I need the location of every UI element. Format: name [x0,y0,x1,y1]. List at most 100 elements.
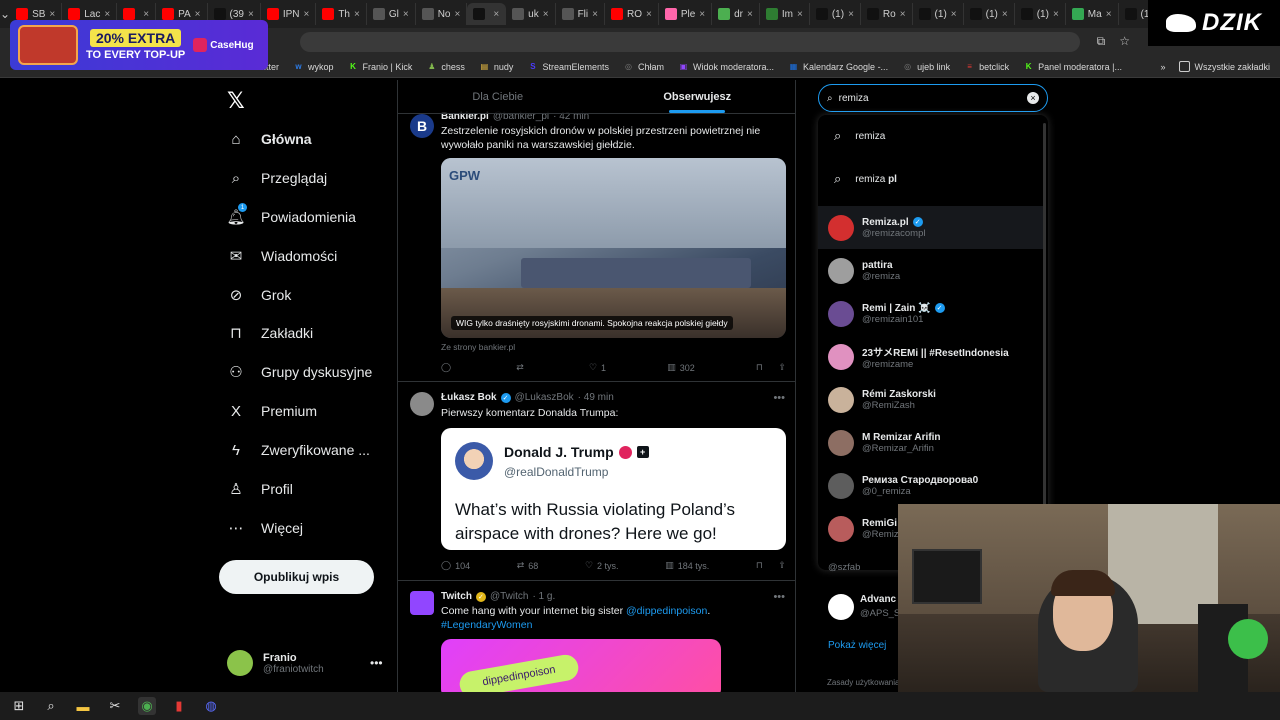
views-button[interactable]: ▥ 184 tys. [665,560,709,571]
close-tab-icon[interactable]: × [403,9,409,20]
windows-start-icon[interactable]: ⊞ [10,697,28,715]
nav-item-mail[interactable]: ✉ Wiadomości [227,247,338,265]
hashtag-link[interactable]: #LegendaryWomen [441,619,532,631]
tweet-image[interactable]: dippedinpoison [441,639,721,692]
avatar[interactable] [410,591,434,615]
post-time[interactable]: · 49 min [578,392,614,403]
close-tab-icon[interactable]: × [1106,9,1112,20]
close-tab-icon[interactable]: × [900,9,906,20]
browser-tab[interactable]: (1)× [1015,3,1066,25]
all-bookmarks-folder[interactable]: Wszystkie zakładki [1179,61,1270,72]
tweet-image[interactable]: GPW WIG tylko draśnięty rosyjskimi drona… [441,158,786,338]
file-explorer-icon[interactable]: ▬ [74,697,92,715]
tweet[interactable]: B Bankier.pl @bankier_pl · 42 min Zestrz… [398,102,795,382]
browser-tab[interactable]: (1)× [810,3,861,25]
user-suggestion[interactable]: Rémi Zaskorski @RemiZash [818,378,1043,421]
user-suggestion[interactable]: pattira @remiza [818,249,1043,292]
browser-tab[interactable]: × [467,3,507,25]
bookmark-item[interactable]: ▦ Kalendarz Google -... [788,61,888,72]
link-source[interactable]: Ze strony bankier.pl [441,342,515,352]
nav-item-search[interactable]: ⌕ Przeglądaj [227,169,327,187]
close-tab-icon[interactable]: × [592,9,598,20]
clear-search-icon[interactable]: × [1027,92,1039,104]
x-logo-icon[interactable]: 𝕏 [227,88,245,114]
close-tab-icon[interactable]: × [797,9,803,20]
close-tab-icon[interactable]: × [1002,9,1008,20]
more-dots-icon[interactable]: ••• [773,591,785,603]
close-tab-icon[interactable]: × [104,9,110,20]
close-tab-icon[interactable]: × [848,9,854,20]
close-tab-icon[interactable]: × [143,9,149,20]
close-tab-icon[interactable]: × [699,9,705,20]
bookmark-star-icon[interactable]: ☆ [1119,34,1130,49]
close-tab-icon[interactable]: × [195,9,201,20]
share-icon[interactable]: ⇪ [778,362,786,373]
post-time[interactable]: · 1 g. [532,591,555,602]
bookmark-item[interactable]: ≡ betclick [964,61,1009,72]
browser-tab[interactable]: Im × [760,3,810,25]
browser-tab[interactable]: Gl × [367,3,416,25]
bookmark-icon[interactable]: ⊓ [756,362,763,373]
bookmark-item[interactable]: K Panel moderatora |... [1023,61,1122,72]
views-button[interactable]: ▥ 302 [667,362,695,373]
browser-tab[interactable]: uk × [506,3,556,25]
nav-item-people[interactable]: ⚇ Grupy dyskusyjne [227,363,372,381]
tab-for-you[interactable]: Dla Ciebie [398,80,598,113]
tweet[interactable]: Łukasz Bok ✓ @LukaszBok · 49 min ••• Pie… [398,382,795,581]
bookmark-item[interactable]: ♟ chess [426,61,465,72]
account-switcher[interactable]: Franio @franiotwitch [227,650,324,676]
reply-button[interactable]: ◯ 104 [441,560,470,571]
author-name[interactable]: Łukasz Bok [441,392,497,403]
browser-tab[interactable]: IPN × [261,3,317,25]
snipping-tool-icon[interactable]: ✂ [106,697,124,715]
user-suggestion[interactable]: Remiza.pl ✓ @remizacompl [818,206,1043,249]
nav-item-home[interactable]: ⌂ Główna [227,130,311,148]
like-button[interactable]: ♡ 2 tys. [585,560,619,571]
user-suggestion[interactable]: 23サメREMi || #ResetIndonesia @remizame [818,335,1043,378]
close-tab-icon[interactable]: × [354,9,360,20]
close-tab-icon[interactable]: × [303,9,309,20]
nav-item-bell[interactable]: 🔔︎ 1 Powiadomienia [226,203,356,226]
close-tab-icon[interactable]: × [49,9,55,20]
browser-tab[interactable]: (1)× [913,3,964,25]
mention-link[interactable]: @dippedinpoison [626,605,707,617]
reply-button[interactable]: ◯ [441,362,455,373]
browser-tab[interactable]: Ple × [659,3,713,25]
suggestion-query[interactable]: ⌕ remiza [818,116,1043,156]
like-button[interactable]: ♡ 1 [589,362,606,373]
author-handle[interactable]: @LukaszBok [515,392,574,403]
chrome-icon[interactable]: ◉ [138,697,156,715]
tab-following[interactable]: Obserwujesz [598,80,796,113]
show-more-link[interactable]: Pokaż więcej [828,640,886,651]
bookmark-item[interactable]: w wykop [293,61,333,72]
browser-tab[interactable]: Ma × [1066,3,1119,25]
scrollbar[interactable] [1043,123,1046,563]
browser-tab[interactable]: Ro × [861,3,913,25]
bookmark-icon[interactable]: ⊓ [756,560,763,571]
avatar[interactable]: B [410,114,434,138]
bookmark-item[interactable]: ◎ ujeb link [902,61,950,72]
browser-tab[interactable]: No × [416,3,468,25]
close-tab-icon[interactable]: × [454,9,460,20]
nav-item-x-premium[interactable]: X Premium [227,402,317,420]
author-name[interactable]: Twitch [441,591,472,602]
browser-tab[interactable]: dr× [712,3,760,25]
browser-tab[interactable]: Fli × [556,3,605,25]
close-tab-icon[interactable]: × [248,9,254,20]
close-tab-icon[interactable]: × [1053,9,1059,20]
browser-tab[interactable]: Th × [316,3,367,25]
repost-button[interactable]: ⇄ [516,362,528,373]
close-tab-icon[interactable]: × [543,9,549,20]
tweet[interactable]: Twitch ✓ @Twitch · 1 g. ••• Come hang wi… [398,581,795,692]
bookmark-item[interactable]: ▣ Widok moderatora... [678,61,774,72]
close-tab-icon[interactable]: × [951,9,957,20]
partial-user-name[interactable]: Advanc [860,594,896,605]
user-suggestion[interactable]: M Remizar Arifin @Remizar_Arifin [818,421,1043,464]
bookmark-item[interactable]: ◎ Chłam [623,61,664,72]
nav-item-grok[interactable]: ⊘ Grok [227,286,292,304]
bookmarks-overflow-icon[interactable]: » [1160,62,1165,72]
suggestion-query[interactable]: ⌕ remiza pl [818,159,1043,199]
nav-item-bookmark[interactable]: ⊓ Zakładki [227,324,313,342]
terms-link[interactable]: Zasady użytkowania [827,678,899,687]
app-icon[interactable]: ▮ [170,697,188,715]
